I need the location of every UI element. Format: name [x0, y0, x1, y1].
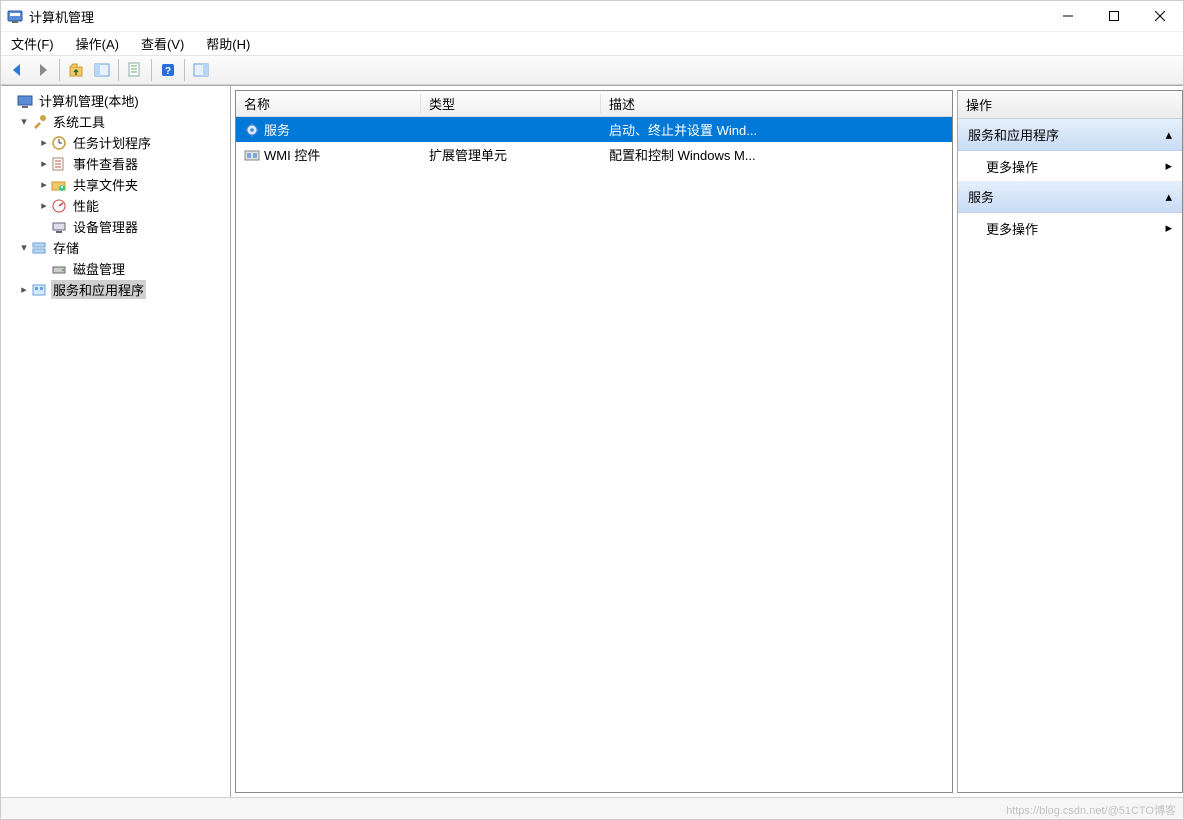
menu-file[interactable]: 文件(F): [7, 32, 58, 55]
menu-action[interactable]: 操作(A): [72, 32, 123, 55]
tree-label: 系统工具: [51, 112, 107, 131]
cell-text: WMI 控件: [264, 145, 320, 164]
action-group-label: 服务: [968, 187, 994, 206]
event-icon: [51, 156, 67, 172]
tree-label: 计算机管理(本地): [37, 91, 141, 110]
actions-pane: 操作 服务和应用程序 ▴ 更多操作 ▸ 服务 ▴ 更多操作 ▸: [957, 90, 1183, 793]
performance-icon: [51, 198, 67, 214]
close-button[interactable]: [1137, 1, 1183, 31]
toolbar-separator: [151, 59, 152, 81]
collapse-icon[interactable]: ▴: [1165, 127, 1172, 143]
shared-folder-icon: [51, 177, 67, 193]
tree-system-tools[interactable]: ▾ 系统工具: [3, 111, 228, 132]
tree-label: 磁盘管理: [71, 259, 127, 278]
tree-shared-folders[interactable]: ▸ 共享文件夹: [3, 174, 228, 195]
show-hide-tree-button[interactable]: [90, 58, 114, 82]
menu-bar: 文件(F) 操作(A) 查看(V) 帮助(H): [1, 31, 1183, 55]
properties-button[interactable]: [123, 58, 147, 82]
svg-text:?: ?: [165, 66, 171, 77]
up-button[interactable]: [64, 58, 88, 82]
tree-label: 存储: [51, 238, 81, 257]
title-bar: 计算机管理: [1, 1, 1183, 31]
cell-text: 服务: [264, 120, 290, 139]
list-body[interactable]: 服务 启动、终止并设置 Wind... WMI 控件 扩展管理单元 配置和控制 …: [236, 117, 952, 792]
menu-help[interactable]: 帮助(H): [202, 32, 254, 55]
cell-text: 扩展管理单元: [429, 145, 507, 164]
back-button[interactable]: [5, 58, 29, 82]
tree-pane[interactable]: 计算机管理(本地) ▾ 系统工具 ▸ 任务计划程序 ▸ 事件查看器 ▸ 共享文件…: [1, 86, 231, 797]
app-icon: [7, 8, 23, 24]
cell-text: 配置和控制 Windows M...: [609, 145, 756, 164]
column-type[interactable]: 类型: [421, 94, 601, 113]
gear-icon: [244, 122, 260, 138]
forward-button[interactable]: [31, 58, 55, 82]
chevron-right-icon: ▸: [1165, 220, 1172, 236]
clock-icon: [51, 135, 67, 151]
computer-icon: [17, 93, 33, 109]
list-row-services[interactable]: 服务 启动、终止并设置 Wind...: [236, 117, 952, 142]
maximize-button[interactable]: [1091, 1, 1137, 31]
action-label: 更多操作: [986, 219, 1038, 238]
chevron-down-icon[interactable]: ▾: [17, 115, 31, 128]
action-group-services[interactable]: 服务 ▴: [958, 181, 1182, 213]
tree-label: 设备管理器: [71, 217, 140, 236]
tree-disk-management[interactable]: 磁盘管理: [3, 258, 228, 279]
action-group-services-apps[interactable]: 服务和应用程序 ▴: [958, 119, 1182, 151]
column-desc[interactable]: 描述: [601, 94, 952, 113]
menu-view[interactable]: 查看(V): [137, 32, 188, 55]
chevron-right-icon: ▸: [1165, 158, 1172, 174]
tree-label: 性能: [71, 196, 101, 215]
wmi-icon: [244, 147, 260, 163]
tree-event-viewer[interactable]: ▸ 事件查看器: [3, 153, 228, 174]
chevron-right-icon[interactable]: ▸: [37, 178, 51, 191]
action-label: 更多操作: [986, 157, 1038, 176]
services-apps-icon: [31, 282, 47, 298]
help-button[interactable]: ?: [156, 58, 180, 82]
action-group-label: 服务和应用程序: [968, 125, 1059, 144]
content-area: 计算机管理(本地) ▾ 系统工具 ▸ 任务计划程序 ▸ 事件查看器 ▸ 共享文件…: [1, 85, 1183, 797]
list-header: 名称 类型 描述: [236, 91, 952, 117]
actions-header: 操作: [958, 91, 1182, 119]
tree-label: 任务计划程序: [71, 133, 153, 152]
tree-task-scheduler[interactable]: ▸ 任务计划程序: [3, 132, 228, 153]
chevron-right-icon[interactable]: ▸: [37, 199, 51, 212]
chevron-right-icon[interactable]: ▸: [37, 136, 51, 149]
chevron-right-icon[interactable]: ▸: [37, 157, 51, 170]
disk-icon: [51, 261, 67, 277]
tree-label: 事件查看器: [71, 154, 140, 173]
tree-performance[interactable]: ▸ 性能: [3, 195, 228, 216]
cell-text: 启动、终止并设置 Wind...: [609, 120, 757, 139]
toolbar-separator: [118, 59, 119, 81]
list-row-wmi[interactable]: WMI 控件 扩展管理单元 配置和控制 Windows M...: [236, 142, 952, 167]
tree-storage[interactable]: ▾ 存储: [3, 237, 228, 258]
toolbar-separator: [59, 59, 60, 81]
collapse-icon[interactable]: ▴: [1165, 189, 1172, 205]
minimize-button[interactable]: [1045, 1, 1091, 31]
action-more-1[interactable]: 更多操作 ▸: [958, 151, 1182, 181]
show-hide-action-pane-button[interactable]: [189, 58, 213, 82]
device-icon: [51, 219, 67, 235]
tree-label: 服务和应用程序: [51, 280, 146, 299]
storage-icon: [31, 240, 47, 256]
status-bar: [1, 797, 1183, 819]
toolbar-separator: [184, 59, 185, 81]
tree-root[interactable]: 计算机管理(本地): [3, 90, 228, 111]
window-title: 计算机管理: [29, 7, 94, 26]
toolbar: ?: [1, 55, 1183, 85]
tree-device-manager[interactable]: 设备管理器: [3, 216, 228, 237]
chevron-down-icon[interactable]: ▾: [17, 241, 31, 254]
action-more-2[interactable]: 更多操作 ▸: [958, 213, 1182, 243]
tools-icon: [31, 114, 47, 130]
chevron-right-icon[interactable]: ▸: [17, 283, 31, 296]
tree-label: 共享文件夹: [71, 175, 140, 194]
column-name[interactable]: 名称: [236, 94, 421, 113]
list-pane: 名称 类型 描述 服务 启动、终止并设置 Wind... WMI 控件 扩展管理…: [235, 90, 953, 793]
tree-services-apps[interactable]: ▸ 服务和应用程序: [3, 279, 228, 300]
